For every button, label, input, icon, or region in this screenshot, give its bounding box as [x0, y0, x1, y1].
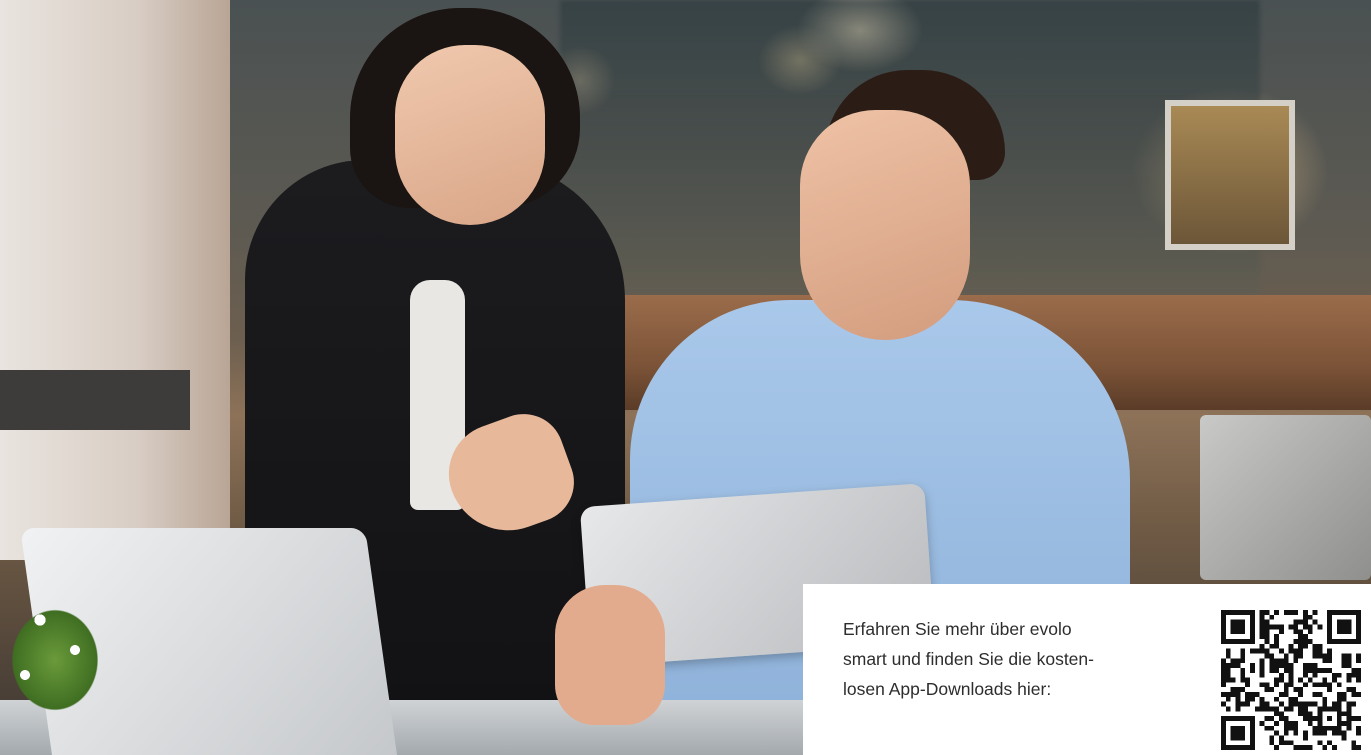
hero-section: Erfahren Sie mehr über evolo smart und f… — [0, 0, 1371, 755]
background-wall — [0, 0, 230, 560]
qr-code-icon[interactable] — [1221, 610, 1361, 750]
man-hand — [555, 585, 665, 725]
background-monitor — [1200, 415, 1371, 580]
man-face — [800, 110, 970, 340]
background-wall-stripe — [0, 370, 190, 430]
flower-plant — [0, 580, 120, 755]
qr-code-graphic — [1221, 610, 1361, 750]
app-download-text: Erfahren Sie mehr über evolo smart und f… — [843, 619, 1094, 699]
woman-face — [395, 45, 545, 225]
app-download-panel: Erfahren Sie mehr über evolo smart und f… — [803, 584, 1371, 755]
background-picture-frame — [1165, 100, 1295, 250]
